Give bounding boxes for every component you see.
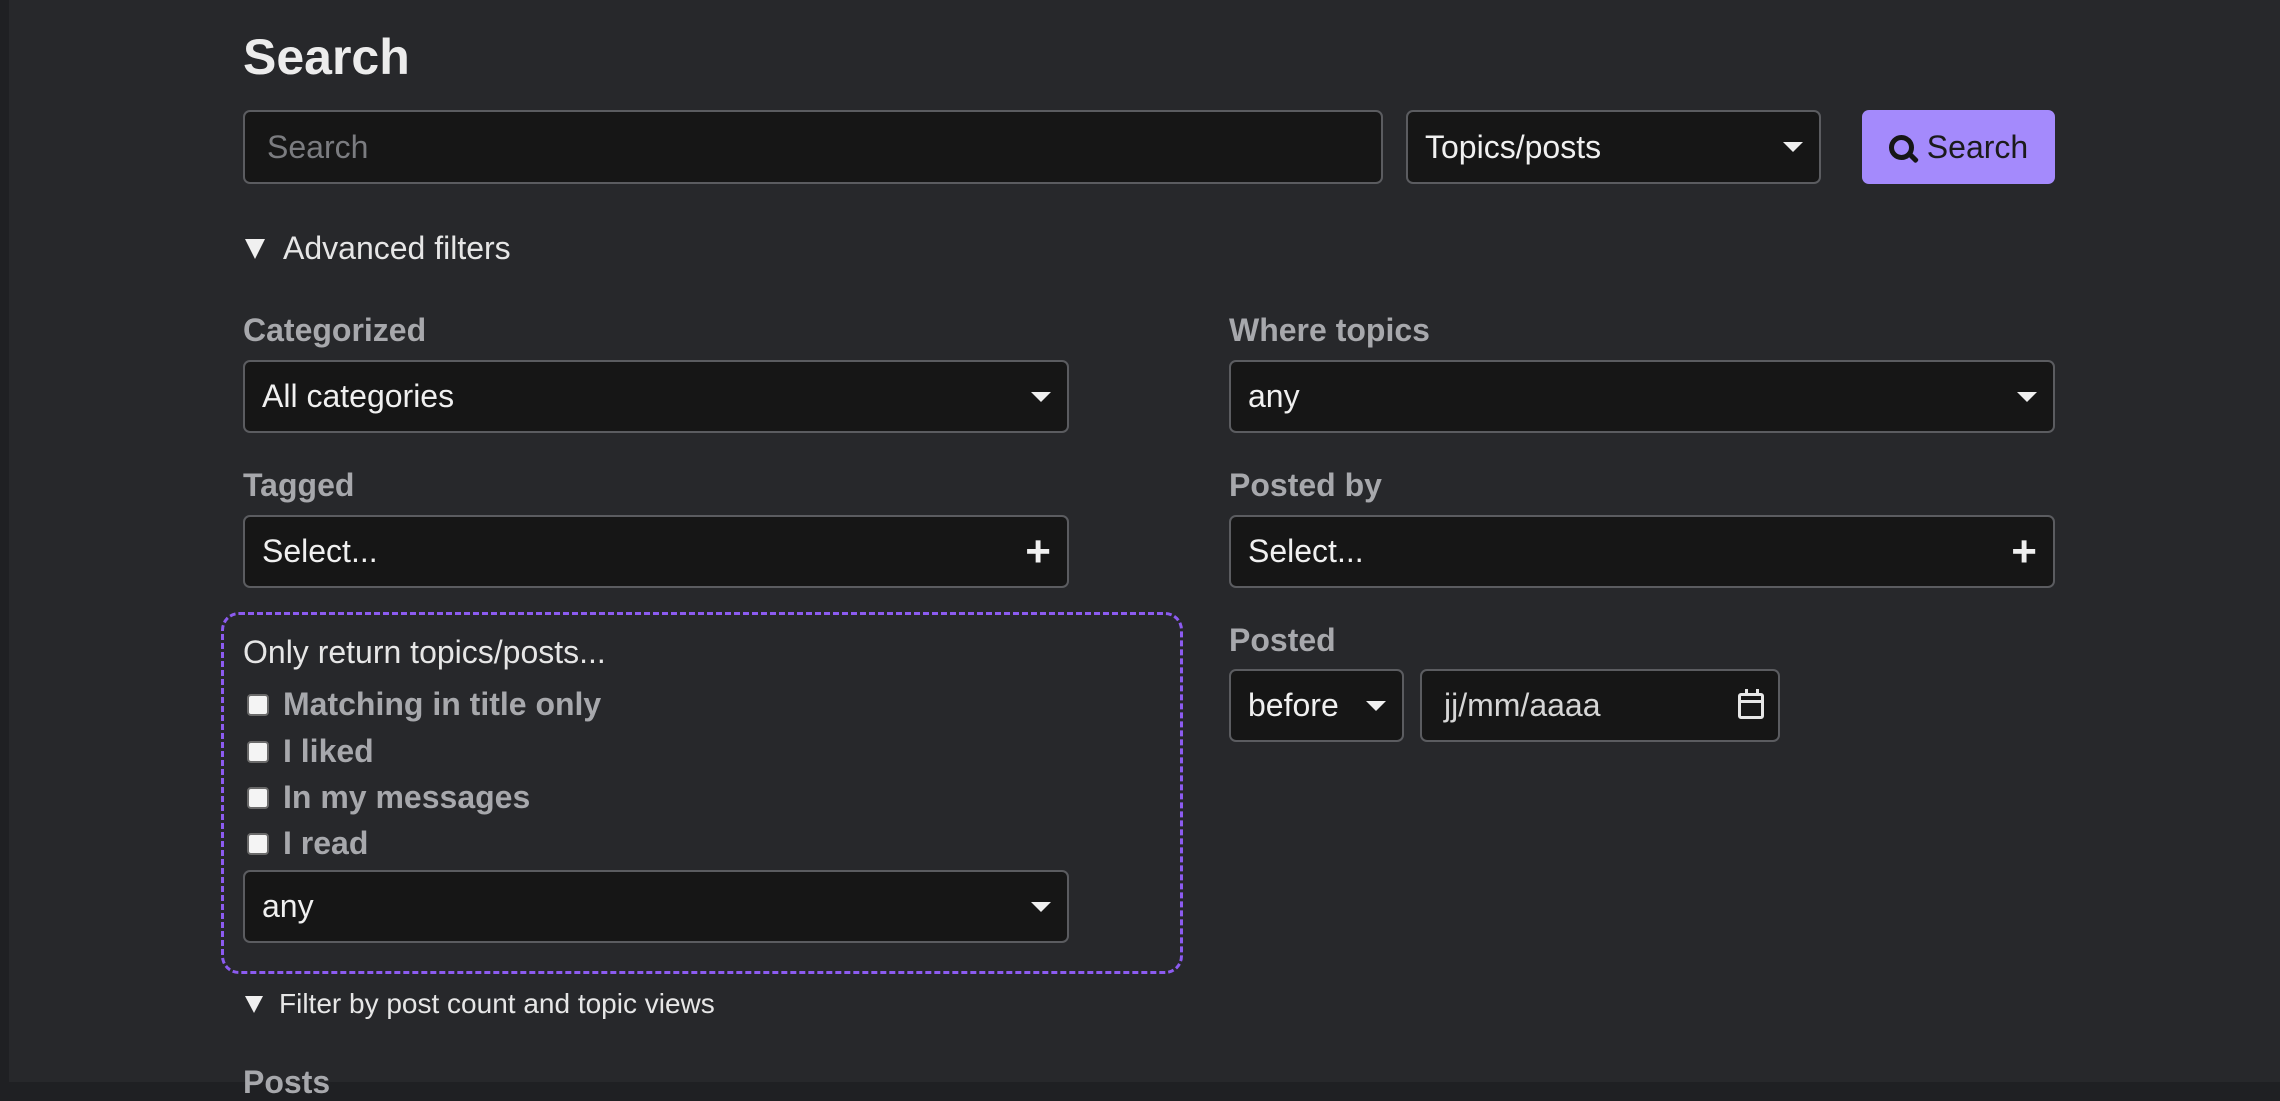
posted-by-label: Posted by: [1229, 467, 1382, 503]
only-return-heading: Only return topics/posts...: [243, 634, 606, 670]
checkbox[interactable]: [247, 693, 269, 716]
calendar-icon[interactable]: [1738, 688, 1764, 719]
posts-label: Posts: [243, 1064, 331, 1100]
tagged-select[interactable]: Select... +: [243, 515, 1069, 588]
checkbox-label: I read: [283, 825, 369, 861]
categorized-select[interactable]: All categories: [243, 360, 1069, 433]
chevron-down-icon: [1783, 142, 1803, 152]
checkbox-label: In my messages: [283, 779, 531, 815]
where-topics-value: any: [1248, 378, 1300, 414]
posted-date-input[interactable]: jj/mm/aaaa: [1420, 669, 1780, 742]
checkbox-label: I liked: [283, 733, 374, 769]
disclosure-triangle-icon: [245, 238, 265, 259]
checkbox[interactable]: [247, 832, 269, 855]
disclosure-triangle-icon: [245, 995, 263, 1013]
chevron-down-icon: [1031, 901, 1051, 912]
chevron-down-icon: [1366, 700, 1386, 711]
checkbox-in-my-messages[interactable]: In my messages: [243, 779, 530, 816]
plus-icon: +: [1025, 526, 1051, 576]
advanced-filters-label: Advanced filters: [283, 230, 511, 266]
chevron-down-icon: [1031, 391, 1051, 402]
posted-when-value: before: [1248, 687, 1339, 723]
only-return-status-select[interactable]: any: [243, 870, 1069, 943]
search-button[interactable]: Search: [1862, 110, 2055, 184]
search-type-select[interactable]: Topics/posts: [1406, 110, 1821, 184]
post-count-filter-label: Filter by post count and topic views: [279, 988, 715, 1019]
checkbox-label: Matching in title only: [283, 686, 602, 722]
checkbox-matching-title-only[interactable]: Matching in title only: [243, 686, 601, 723]
posted-label: Posted: [1229, 622, 1336, 658]
chevron-down-icon: [2017, 391, 2037, 402]
search-type-value: Topics/posts: [1425, 128, 1602, 165]
checkbox[interactable]: [247, 786, 269, 809]
where-topics-label: Where topics: [1229, 312, 1430, 348]
tagged-label: Tagged: [243, 467, 355, 503]
checkbox-i-liked[interactable]: I liked: [243, 733, 374, 770]
tagged-value: Select...: [262, 533, 378, 569]
where-topics-select[interactable]: any: [1229, 360, 2055, 433]
only-return-status-value: any: [262, 888, 314, 924]
plus-icon: +: [2011, 526, 2037, 576]
checkbox[interactable]: [247, 740, 269, 763]
advanced-filters-toggle[interactable]: Advanced filters: [245, 230, 511, 267]
date-placeholder: jj/mm/aaaa: [1444, 687, 1601, 723]
categorized-label: Categorized: [243, 312, 427, 348]
page-title: Search: [243, 29, 410, 85]
posted-by-select[interactable]: Select... +: [1229, 515, 2055, 588]
posted-when-select[interactable]: before: [1229, 669, 1404, 742]
search-button-label: Search: [1926, 128, 2029, 165]
search-page: Search Topics/posts Search Advanced filt…: [9, 0, 2280, 1100]
post-count-filter-toggle[interactable]: Filter by post count and topic views: [245, 988, 715, 1020]
posted-by-value: Select...: [1248, 533, 1364, 569]
categorized-value: All categories: [262, 378, 455, 414]
checkbox-i-read[interactable]: I read: [243, 825, 368, 862]
search-input[interactable]: [243, 110, 1383, 184]
search-icon: [1888, 135, 1914, 160]
